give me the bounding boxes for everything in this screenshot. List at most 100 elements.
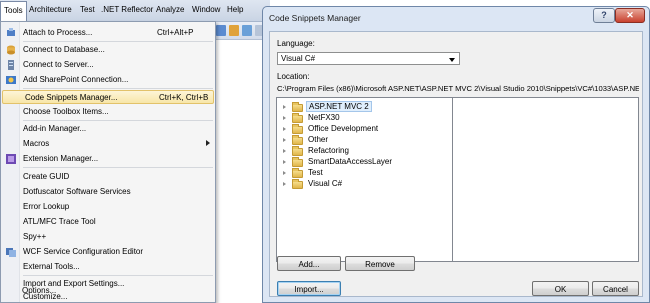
menu-item-add-sharepoint-connection[interactable]: Add SharePoint Connection... bbox=[1, 73, 215, 87]
snippet-description-pane bbox=[452, 97, 639, 262]
menu-test[interactable]: Test bbox=[80, 5, 95, 14]
dialog-client-area: Language: Visual C# Location: C:\Program… bbox=[269, 31, 643, 297]
import-button[interactable]: Import... bbox=[277, 281, 341, 296]
toolbar-icon[interactable] bbox=[216, 25, 226, 36]
menu-item-shortcut: Ctrl+K, Ctrl+B bbox=[159, 93, 209, 102]
attach-process-icon bbox=[6, 28, 16, 38]
menu-net-reflector[interactable]: .NET Reflector bbox=[101, 5, 153, 14]
menu-item-label: Dotfuscator Software Services bbox=[23, 187, 131, 196]
menu-separator bbox=[23, 120, 213, 121]
menu-separator bbox=[23, 88, 213, 89]
tree-node-label: Visual C# bbox=[308, 179, 343, 188]
expand-icon[interactable] bbox=[283, 105, 286, 109]
location-path: C:\Program Files (x86)\Microsoft ASP.NET… bbox=[277, 84, 639, 93]
tree-node-label: SmartDataAccessLayer bbox=[308, 157, 393, 166]
tools-menu: Attach to Process... Ctrl+Alt+P Connect … bbox=[0, 21, 216, 303]
toolbar-icon[interactable] bbox=[229, 25, 239, 36]
tree-node[interactable]: Refactoring bbox=[277, 146, 447, 157]
expand-icon[interactable] bbox=[283, 149, 286, 153]
expand-icon[interactable] bbox=[283, 116, 286, 120]
language-select[interactable]: Visual C# bbox=[277, 52, 460, 65]
tree-node-label: Refactoring bbox=[308, 146, 349, 155]
language-label: Language: bbox=[277, 39, 315, 48]
tree-node[interactable]: ASP.NET MVC 2 bbox=[277, 101, 447, 113]
toolbar-icon[interactable] bbox=[242, 25, 252, 36]
menu-item-connect-to-server[interactable]: Connect to Server... bbox=[1, 58, 215, 72]
folder-icon bbox=[292, 157, 303, 167]
code-snippets-dialog: Code Snippets Manager ? ✕ Language: Visu… bbox=[262, 6, 650, 303]
menu-separator bbox=[23, 167, 213, 168]
menu-item-label: ATL/MFC Trace Tool bbox=[23, 217, 96, 226]
menu-architecture[interactable]: Architecture bbox=[29, 5, 72, 14]
menu-item-external-tools[interactable]: External Tools... bbox=[1, 260, 215, 274]
import-button-label: Import... bbox=[294, 285, 324, 294]
menu-item-connect-to-database[interactable]: Connect to Database... bbox=[1, 43, 215, 57]
tree-node[interactable]: Other bbox=[277, 135, 447, 146]
tree-node[interactable]: Office Development bbox=[277, 124, 447, 135]
menu-item-create-guid[interactable]: Create GUID bbox=[1, 170, 215, 184]
menu-item-error-lookup[interactable]: Error Lookup bbox=[1, 200, 215, 214]
menu-bar: Tools Architecture Test .NET Reflector A… bbox=[0, 0, 270, 22]
ok-button-label: OK bbox=[554, 285, 567, 294]
expand-icon[interactable] bbox=[283, 160, 286, 164]
menu-item-macros[interactable]: Macros bbox=[1, 137, 215, 151]
expand-icon[interactable] bbox=[283, 182, 286, 186]
tree-node-label: Office Development bbox=[308, 124, 379, 133]
menu-item-label: Error Lookup bbox=[23, 202, 70, 211]
snippet-folder-tree[interactable]: ASP.NET MVC 2 NetFX30 Office Development… bbox=[276, 97, 453, 262]
expand-icon[interactable] bbox=[283, 138, 286, 142]
add-button[interactable]: Add... bbox=[277, 256, 341, 271]
menu-item-label: Create GUID bbox=[23, 172, 70, 181]
menu-tools[interactable]: Tools bbox=[0, 1, 27, 22]
remove-button[interactable]: Remove bbox=[345, 256, 415, 271]
menu-item-choose-toolbox-items[interactable]: Choose Toolbox Items... bbox=[1, 105, 215, 119]
menu-help[interactable]: Help bbox=[227, 5, 243, 14]
tree-node[interactable]: NetFX30 bbox=[277, 113, 447, 124]
folder-icon bbox=[292, 146, 303, 156]
folder-icon bbox=[292, 135, 303, 145]
menu-window[interactable]: Window bbox=[192, 5, 220, 14]
chevron-down-icon bbox=[449, 58, 455, 62]
menu-item-extension-manager[interactable]: Extension Manager... bbox=[1, 152, 215, 166]
tree-node-label: Test bbox=[308, 168, 323, 177]
help-button[interactable]: ? bbox=[593, 8, 615, 23]
menu-item-dotfuscator[interactable]: Dotfuscator Software Services bbox=[1, 185, 215, 199]
folder-icon bbox=[292, 113, 303, 123]
menu-analyze[interactable]: Analyze bbox=[156, 5, 184, 14]
location-label: Location: bbox=[277, 72, 310, 81]
menu-item-spy-plus-plus[interactable]: Spy++ bbox=[1, 230, 215, 244]
menu-item-code-snippets-manager[interactable]: Code Snippets Manager... Ctrl+K, Ctrl+B bbox=[2, 90, 214, 104]
expand-icon[interactable] bbox=[283, 171, 286, 175]
wcf-icon bbox=[6, 247, 16, 257]
ok-button[interactable]: OK bbox=[532, 281, 589, 296]
menu-item-add-in-manager[interactable]: Add-in Manager... bbox=[1, 122, 215, 136]
cancel-button[interactable]: Cancel bbox=[592, 281, 639, 296]
server-icon bbox=[6, 60, 16, 70]
folder-icon bbox=[292, 102, 303, 112]
menu-item-label: Macros bbox=[23, 139, 50, 148]
menu-item-label: WCF Service Configuration Editor bbox=[23, 247, 144, 256]
tree-node[interactable]: Visual C# bbox=[277, 179, 447, 190]
extension-icon bbox=[6, 154, 16, 164]
tree-node[interactable]: SmartDataAccessLayer bbox=[277, 157, 447, 168]
menu-item-label: Code Snippets Manager... bbox=[25, 93, 118, 102]
folder-icon bbox=[292, 179, 303, 189]
close-button[interactable]: ✕ bbox=[615, 8, 645, 23]
dialog-title: Code Snippets Manager bbox=[269, 13, 361, 23]
submenu-arrow-icon bbox=[206, 140, 210, 146]
tree-node-label: NetFX30 bbox=[308, 113, 340, 122]
remove-button-label: Remove bbox=[365, 260, 395, 269]
sharepoint-icon bbox=[6, 75, 16, 85]
menu-item-label: Extension Manager... bbox=[23, 154, 99, 163]
tree-node-label: Other bbox=[308, 135, 329, 144]
menu-item-attach-to-process[interactable]: Attach to Process... Ctrl+Alt+P bbox=[1, 26, 215, 40]
menu-item-options[interactable]: Options... bbox=[1, 284, 215, 298]
folder-icon bbox=[292, 124, 303, 134]
database-icon bbox=[6, 45, 16, 55]
expand-icon[interactable] bbox=[283, 127, 286, 131]
close-icon: ✕ bbox=[626, 10, 634, 20]
menu-item-wcf-service-config-editor[interactable]: WCF Service Configuration Editor bbox=[1, 245, 215, 259]
menu-item-atl-mfc-trace-tool[interactable]: ATL/MFC Trace Tool bbox=[1, 215, 215, 229]
tree-node[interactable]: Test bbox=[277, 168, 447, 179]
help-icon: ? bbox=[601, 10, 607, 20]
